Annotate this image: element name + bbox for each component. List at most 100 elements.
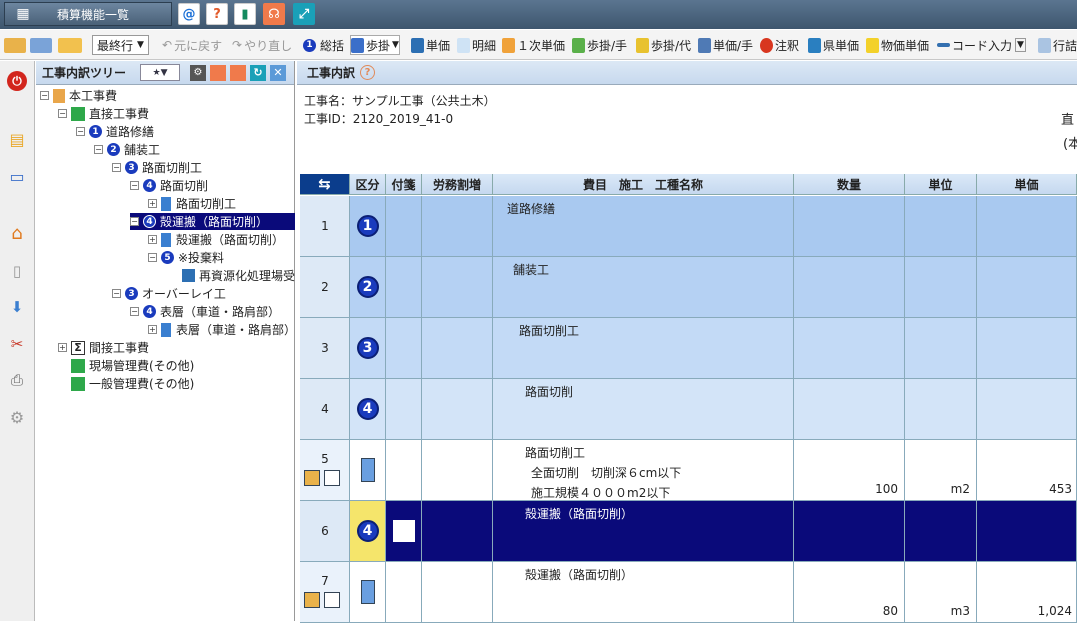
tree-node[interactable]: −3 路面切削工 — [112, 159, 202, 176]
prefecture-price-button[interactable]: 県単価 — [808, 36, 859, 54]
settings-small-icon[interactable]: ⚙ — [190, 64, 207, 81]
unit-price-cell[interactable]: 453 — [977, 440, 1077, 500]
category-cell[interactable] — [350, 562, 386, 622]
category-cell[interactable]: 4 — [350, 501, 386, 561]
sticky-cell[interactable] — [386, 196, 422, 256]
tree-node[interactable]: + 表層（車道・路肩部） — [148, 321, 296, 338]
open-folder-icon[interactable] — [230, 64, 247, 81]
row-number-cell[interactable]: 7 — [300, 562, 350, 622]
function-menu-button[interactable]: ▦ 積算機能一覧 — [4, 2, 172, 26]
quantity-cell[interactable]: 100 — [794, 440, 905, 500]
pin-dropdown[interactable]: ★▼ — [140, 64, 181, 81]
category-cell[interactable]: 3 — [350, 318, 386, 378]
bookmark-icon[interactable]: ▮ — [234, 3, 256, 25]
swap-columns-button[interactable]: ⇆ — [300, 174, 350, 195]
commodity-price-button[interactable]: 物価単価 — [866, 36, 929, 54]
code-input-button[interactable]: コード入力 ▼ — [937, 36, 1026, 54]
row-compact-button[interactable]: 行詰 — [1038, 36, 1077, 54]
help-icon[interactable]: ? — [206, 3, 228, 25]
row-number-cell[interactable]: 2 — [300, 257, 350, 317]
item-name-cell[interactable]: 路面切削 — [493, 379, 794, 439]
tree-node[interactable]: −4 路面切削 — [130, 177, 208, 194]
col-header-unit[interactable]: 単位 — [905, 174, 977, 195]
tree-node[interactable]: − 本工事費 — [40, 87, 117, 104]
unit-price-cell[interactable] — [977, 257, 1077, 317]
undo-button[interactable]: ↶ 元に戻す — [162, 36, 222, 54]
row-number-cell[interactable]: 6 — [300, 501, 350, 561]
unit-cell[interactable] — [905, 501, 977, 561]
tree-node[interactable]: 一般管理費(その他) — [71, 375, 194, 392]
download-icon[interactable]: ⬇ — [6, 296, 28, 318]
unit-price-cell[interactable] — [977, 379, 1077, 439]
quantity-cell[interactable] — [794, 196, 905, 256]
unit-price-button[interactable]: 単価 — [411, 36, 450, 54]
tree-node[interactable]: −5 ※投棄料 — [148, 249, 224, 266]
sticky-checkbox[interactable] — [392, 520, 415, 542]
table-row[interactable]: 4 4 路面切削 — [300, 379, 1077, 440]
tree-node[interactable]: 現場管理費(その他) — [71, 357, 194, 374]
labor-premium-cell[interactable] — [422, 318, 493, 378]
unit-cell[interactable] — [905, 318, 977, 378]
table-icon[interactable] — [58, 36, 84, 54]
row-number-cell[interactable]: 3 — [300, 318, 350, 378]
labor-manual-button[interactable]: 歩掛/手 — [572, 36, 627, 54]
table-row[interactable]: 5 路面切削工 全面切削 切削深６cm以下 施工規模４０００m2以下 100 m2 … — [300, 440, 1077, 501]
tree-node[interactable]: −4 表層（車道・路肩部） — [130, 303, 280, 320]
note-button[interactable]: 注釈 — [760, 36, 799, 54]
tree-node-selected[interactable]: −4 殻運搬（路面切削） — [130, 213, 295, 230]
support-icon[interactable]: ☊ — [263, 3, 285, 25]
detail-mini-icon[interactable] — [324, 470, 340, 486]
sticky-cell[interactable] — [386, 257, 422, 317]
quantity-cell[interactable] — [794, 257, 905, 317]
tree-mini-icon[interactable] — [304, 470, 320, 486]
col-header-sticky[interactable]: 付箋 — [386, 174, 422, 195]
unit-cell[interactable]: m2 — [905, 440, 977, 500]
unit-cell[interactable]: m3 — [905, 562, 977, 622]
tree-node[interactable]: −2 舗装工 — [94, 141, 160, 158]
power-icon[interactable]: ⏻ — [6, 70, 28, 92]
price-manual-button[interactable]: 単価/手 — [698, 36, 753, 54]
tree-node[interactable]: −1 道路修繕 — [76, 123, 154, 140]
item-name-cell[interactable]: 道路修繕 — [493, 196, 794, 256]
primary-price-button[interactable]: １次単価 — [502, 36, 565, 54]
tree-node[interactable]: 再資源化処理場受 — [182, 267, 295, 284]
tools-icon[interactable]: ✂ — [6, 333, 28, 355]
item-name-cell[interactable]: 殻運搬（路面切削） — [493, 501, 794, 561]
tree-node[interactable]: + 殻運搬（路面切削） — [148, 231, 284, 248]
row-number-cell[interactable]: 1 — [300, 196, 350, 256]
item-name-cell[interactable]: 殻運搬（路面切削） — [493, 562, 794, 622]
tree-mini-icon[interactable] — [304, 592, 320, 608]
labor-premium-cell[interactable] — [422, 257, 493, 317]
item-name-cell[interactable]: 路面切削工 全面切削 切削深６cm以下 施工規模４０００m2以下 — [493, 440, 794, 500]
delete-row-icon[interactable] — [30, 36, 54, 54]
sticky-cell[interactable] — [386, 318, 422, 378]
table-row[interactable]: 1 1 道路修繕 — [300, 196, 1077, 257]
sticky-cell[interactable] — [386, 440, 422, 500]
category-cell[interactable]: 2 — [350, 257, 386, 317]
insert-row-icon[interactable] — [4, 36, 28, 54]
labor-premium-cell[interactable] — [422, 440, 493, 500]
detail-mini-icon[interactable] — [324, 592, 340, 608]
labor-substitute-button[interactable]: 歩掛/代 — [636, 36, 691, 54]
table-row[interactable]: 3 3 路面切削工 — [300, 318, 1077, 379]
category-cell[interactable]: 1 — [350, 196, 386, 256]
quantity-cell[interactable] — [794, 318, 905, 378]
tree-node[interactable]: + Σ 間接工事費 — [58, 339, 149, 356]
unit-cell[interactable] — [905, 257, 977, 317]
quantity-cell[interactable] — [794, 501, 905, 561]
help-circle-icon[interactable]: ? — [360, 65, 376, 80]
col-header-category[interactable]: 区分 — [350, 174, 386, 195]
folder-icon[interactable] — [210, 64, 227, 81]
close-icon[interactable]: ✕ — [270, 64, 287, 81]
unit-price-cell[interactable]: 1,024 — [977, 562, 1077, 622]
item-name-cell[interactable]: 舗装工 — [493, 257, 794, 317]
unit-cell[interactable] — [905, 196, 977, 256]
print-icon[interactable]: ⎙ — [6, 369, 28, 391]
labor-premium-cell[interactable] — [422, 196, 493, 256]
unit-cell[interactable] — [905, 379, 977, 439]
table-row-selected[interactable]: 6 4 殻運搬（路面切削） — [300, 501, 1077, 562]
table-row[interactable]: 7 殻運搬（路面切削） 80 m3 1,024 — [300, 562, 1077, 623]
row-tools[interactable] — [304, 592, 340, 608]
sticky-cell[interactable] — [386, 501, 422, 561]
redo-button[interactable]: ↷ やり直し — [232, 36, 292, 54]
